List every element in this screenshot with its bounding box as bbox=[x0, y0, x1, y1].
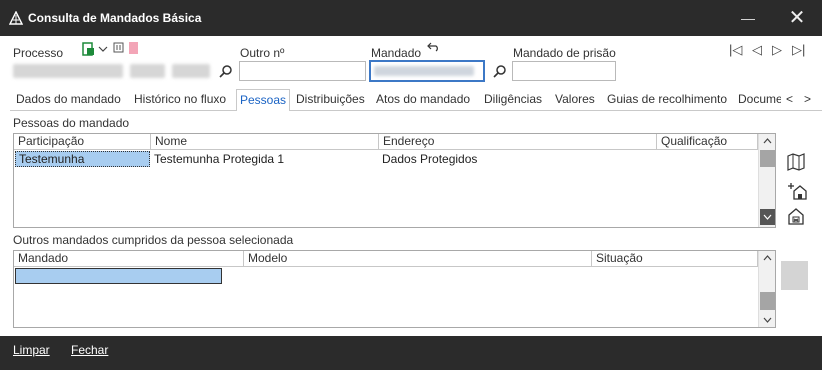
scroll-up-icon[interactable] bbox=[763, 255, 772, 261]
title-bar: Consulta de Mandados Básica — ✕ bbox=[0, 0, 822, 36]
limpar-button[interactable]: Limpar bbox=[13, 343, 50, 357]
new-document-icon[interactable] bbox=[80, 41, 96, 57]
tab-distribuicoes[interactable]: Distribuições bbox=[296, 92, 365, 106]
outro-numero-input[interactable] bbox=[239, 61, 366, 81]
table-row[interactable]: Testemunha Testemunha Protegida 1 Dados … bbox=[14, 151, 758, 167]
add-house-icon[interactable] bbox=[785, 180, 807, 202]
fechar-label: Fechar bbox=[71, 343, 109, 357]
col-endereco[interactable]: Endereço bbox=[379, 134, 657, 150]
empty-selected-row[interactable] bbox=[15, 268, 222, 284]
pessoas-section-label: Pessoas do mandado bbox=[13, 116, 130, 130]
outro-label: Outro nº bbox=[240, 46, 285, 60]
search-icon[interactable] bbox=[219, 64, 233, 78]
col-modelo[interactable]: Modelo bbox=[244, 251, 592, 267]
participacao-cell[interactable]: Testemunha bbox=[15, 151, 150, 167]
last-record-button[interactable]: ▷| bbox=[792, 42, 805, 58]
locked-house-icon[interactable] bbox=[785, 205, 807, 227]
chevron-down-icon[interactable] bbox=[98, 45, 108, 53]
note-icon[interactable] bbox=[113, 42, 125, 54]
scrollbar-thumb[interactable] bbox=[760, 292, 775, 310]
tab-scroll-right[interactable]: > bbox=[804, 92, 811, 106]
outros-grid: Mandado Modelo Situação bbox=[13, 250, 776, 328]
tab-pessoas[interactable]: Pessoas bbox=[236, 89, 291, 111]
col-nome[interactable]: Nome bbox=[151, 134, 379, 150]
outros-section-label: Outros mandados cumpridos da pessoa sele… bbox=[13, 233, 294, 247]
processo-label: Processo bbox=[13, 46, 64, 60]
pessoas-grid: Participação Nome Endereço Qualificação … bbox=[13, 133, 776, 228]
tab-strip: Dados do mandado Histórico no fluxo Pess… bbox=[10, 89, 822, 111]
scrollbar-thumb[interactable] bbox=[760, 150, 775, 167]
close-window-button[interactable]: ✕ bbox=[785, 6, 809, 30]
scroll-down-button[interactable] bbox=[760, 209, 775, 225]
col-situacao[interactable]: Situação bbox=[592, 251, 758, 267]
tab-documentos[interactable]: Docume bbox=[738, 92, 781, 106]
processo-year-field[interactable] bbox=[172, 64, 210, 78]
nome-cell: Testemunha Protegida 1 bbox=[154, 152, 285, 166]
next-record-button[interactable]: ▷ bbox=[772, 42, 782, 58]
limpar-label: Limpar bbox=[13, 343, 50, 357]
mandado-prisao-label: Mandado de prisão bbox=[513, 46, 616, 60]
tab-scroll-left[interactable]: < bbox=[786, 92, 793, 106]
tab-dados-do-mandado[interactable]: Dados do mandado bbox=[16, 92, 121, 106]
mandado-value bbox=[374, 66, 474, 76]
processo-number-field[interactable] bbox=[13, 64, 123, 78]
bottom-bar: Limpar Fechar bbox=[0, 336, 822, 370]
outros-scrollbar[interactable] bbox=[758, 251, 775, 327]
tab-valores[interactable]: Valores bbox=[555, 92, 595, 106]
undo-arrow-icon[interactable] bbox=[426, 42, 440, 52]
app-logo-icon bbox=[9, 11, 23, 25]
col-mandado[interactable]: Mandado bbox=[14, 251, 244, 267]
tab-historico-no-fluxo[interactable]: Histórico no fluxo bbox=[134, 92, 226, 106]
endereco-cell: Dados Protegidos bbox=[382, 152, 478, 166]
previous-record-button[interactable]: ◁ bbox=[752, 42, 762, 58]
disabled-action-button bbox=[781, 261, 808, 290]
people-map-icon[interactable] bbox=[785, 151, 807, 173]
fechar-button[interactable]: Fechar bbox=[71, 343, 108, 357]
mandado-label: Mandado bbox=[371, 46, 422, 60]
minimize-button[interactable]: — bbox=[738, 8, 758, 28]
processo-part-field[interactable] bbox=[130, 64, 165, 78]
first-record-button[interactable]: |◁ bbox=[729, 42, 742, 58]
mandado-prisao-input[interactable] bbox=[512, 61, 616, 81]
tab-atos-do-mandado[interactable]: Atos do mandado bbox=[376, 92, 470, 106]
scroll-down-icon[interactable] bbox=[763, 317, 772, 323]
col-participacao[interactable]: Participação bbox=[14, 134, 151, 150]
mandado-input[interactable] bbox=[370, 61, 484, 81]
tab-diligencias[interactable]: Diligências bbox=[484, 92, 542, 106]
window-title: Consulta de Mandados Básica bbox=[28, 11, 202, 25]
search-icon[interactable] bbox=[493, 64, 507, 78]
col-qualificacao[interactable]: Qualificação bbox=[657, 134, 758, 150]
scroll-up-icon[interactable] bbox=[763, 138, 772, 144]
marker-icon bbox=[129, 42, 138, 54]
tab-guias-de-recolhimento[interactable]: Guias de recolhimento bbox=[607, 92, 727, 106]
pessoas-scrollbar[interactable] bbox=[758, 134, 775, 227]
scroll-down-icon bbox=[763, 214, 772, 220]
